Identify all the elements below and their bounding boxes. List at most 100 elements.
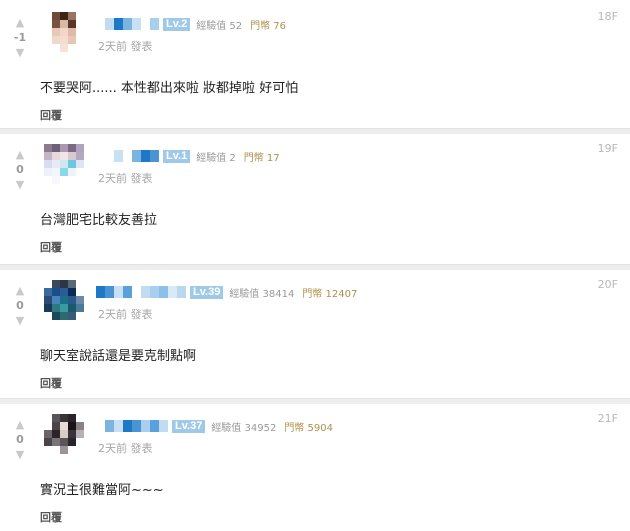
avatar-pixel [76, 446, 84, 454]
username-blurred[interactable] [96, 420, 168, 432]
username-pixel [150, 150, 159, 162]
level-badge: Lv.37 [172, 419, 206, 433]
upvote-arrow-icon[interactable]: ▲ [10, 16, 30, 30]
level-badge: Lv.1 [163, 149, 191, 163]
avatar-pixel [68, 44, 76, 52]
coin-count: 門幣 17 [243, 152, 280, 164]
floor-number: 19F [597, 142, 618, 155]
avatar-pixel [52, 36, 60, 44]
username-pixel [132, 286, 141, 298]
avatar-pixel [44, 288, 52, 296]
avatar-pixel [68, 414, 76, 422]
avatar-pixel [44, 438, 52, 446]
avatar-pixel [60, 280, 68, 288]
avatar[interactable] [44, 280, 84, 320]
username-pixel [159, 286, 168, 298]
coin-count: 門幣 5904 [284, 422, 333, 434]
avatar-pixel [68, 28, 76, 36]
upvote-arrow-icon[interactable]: ▲ [10, 418, 30, 432]
vote-score: 0 [16, 163, 24, 176]
vote-score: -1 [13, 31, 27, 44]
avatar[interactable] [44, 414, 84, 454]
avatar-pixel [68, 12, 76, 20]
avatar-pixel [68, 160, 76, 168]
avatar-pixel [68, 144, 76, 152]
avatar-pixel [52, 414, 60, 422]
avatar-pixel [76, 304, 84, 312]
avatar-pixel [68, 288, 76, 296]
avatar[interactable] [44, 12, 84, 52]
reply-link[interactable]: 回覆 [40, 509, 62, 525]
user-info-bar: Lv.2 經驗值 52 門幣 76 [96, 16, 286, 32]
username-pixel [177, 286, 186, 298]
comment-divider [0, 398, 630, 404]
avatar-pixel [60, 446, 68, 454]
avatar-pixel [44, 168, 52, 176]
reply-link[interactable]: 回覆 [40, 239, 62, 255]
avatar-pixel [44, 304, 52, 312]
username-pixel [114, 286, 123, 298]
username-pixel [150, 420, 159, 432]
username-pixel [114, 420, 123, 432]
avatar-pixel [68, 296, 76, 304]
user-info-bar: Lv.37 經驗值 34952 門幣 5904 [96, 418, 333, 434]
avatar-pixel [44, 422, 52, 430]
username-pixel [96, 286, 105, 298]
floor-number: 18F [597, 10, 618, 23]
avatar-pixel [76, 36, 84, 44]
avatar-pixel [76, 430, 84, 438]
username-pixel [96, 150, 105, 162]
username-blurred[interactable] [96, 18, 159, 30]
avatar-pixel [68, 20, 76, 28]
floor-number: 20F [597, 278, 618, 291]
avatar-pixel [68, 152, 76, 160]
avatar-pixel [60, 36, 68, 44]
avatar-pixel [76, 144, 84, 152]
comment-text: 實況主很難當阿~~~ [40, 483, 164, 498]
avatar-pixel [76, 438, 84, 446]
avatar-pixel [76, 296, 84, 304]
upvote-arrow-icon[interactable]: ▲ [10, 284, 30, 298]
avatar[interactable] [44, 144, 84, 184]
avatar-pixel [60, 28, 68, 36]
vote-column: ▲ 0 ▼ [10, 284, 30, 328]
avatar-pixel [76, 176, 84, 184]
username-pixel [141, 420, 150, 432]
username-pixel [141, 286, 150, 298]
comment-divider [0, 264, 630, 270]
avatar-pixel [52, 20, 60, 28]
avatar-pixel [60, 20, 68, 28]
avatar-pixel [76, 20, 84, 28]
downvote-arrow-icon[interactable]: ▼ [10, 448, 30, 462]
avatar-pixel [60, 414, 68, 422]
username-pixel [96, 18, 105, 30]
vote-score: 0 [16, 299, 24, 312]
avatar-pixel [52, 422, 60, 430]
vote-score: 0 [16, 433, 24, 446]
level-badge: Lv.39 [190, 285, 224, 299]
reply-link[interactable]: 回覆 [40, 375, 62, 391]
avatar-pixel [60, 422, 68, 430]
avatar-pixel [68, 312, 76, 320]
upvote-arrow-icon[interactable]: ▲ [10, 148, 30, 162]
avatar-pixel [52, 280, 60, 288]
reply-link[interactable]: 回覆 [40, 107, 62, 123]
downvote-arrow-icon[interactable]: ▼ [10, 314, 30, 328]
experience-value: 經驗值 2 [196, 152, 236, 164]
avatar-pixel [52, 168, 60, 176]
avatar-pixel [44, 12, 52, 20]
avatar-pixel [60, 12, 68, 20]
downvote-arrow-icon[interactable]: ▼ [10, 178, 30, 192]
avatar-pixel [44, 36, 52, 44]
comment-text: 台灣肥宅比較友善拉 [40, 213, 158, 228]
experience-value: 經驗值 34952 [211, 422, 277, 434]
avatar-pixel [44, 312, 52, 320]
avatar-pixel [68, 446, 76, 454]
avatar-pixel [52, 304, 60, 312]
username-pixel [132, 420, 141, 432]
downvote-arrow-icon[interactable]: ▼ [10, 46, 30, 60]
avatar-pixel [44, 28, 52, 36]
username-pixel [132, 150, 141, 162]
username-blurred[interactable] [96, 286, 186, 298]
username-blurred[interactable] [96, 150, 159, 162]
